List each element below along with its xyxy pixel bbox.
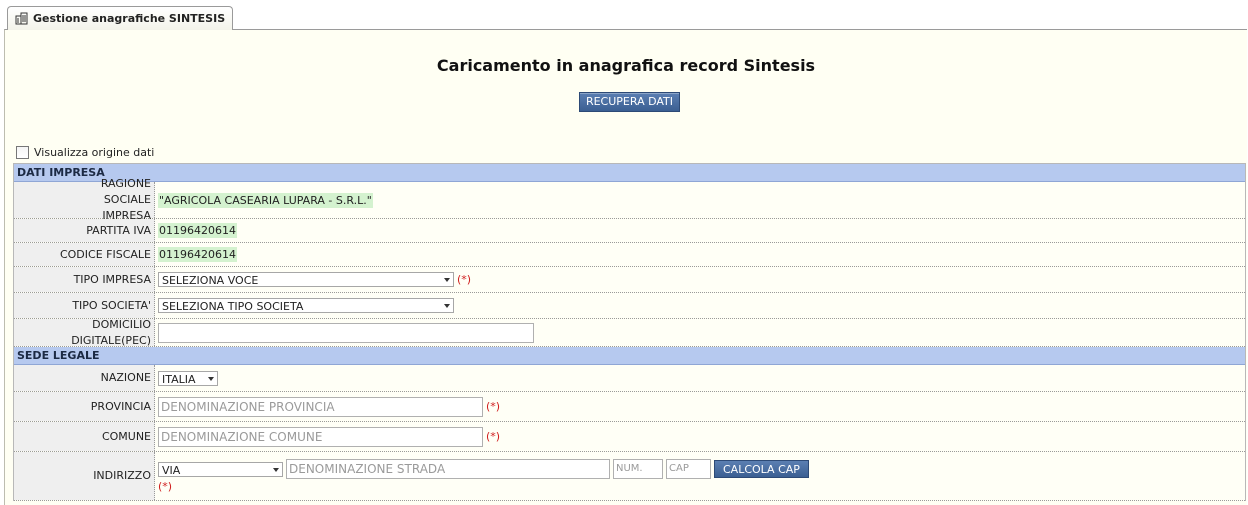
provincia-input[interactable]: DENOMINAZIONE PROVINCIA — [158, 396, 483, 417]
pec-label: DOMICILIO DIGITALE(PEC) — [14, 318, 155, 347]
row-ragione-sociale: RAGIONE SOCIALE IMPRESA "AGRICOLA CASEAR… — [14, 177, 1245, 222]
partita-iva-value: 01196420614 — [158, 223, 237, 238]
tipo-societa-select[interactable]: SELEZIONA TIPO SOCIETA — [158, 298, 454, 313]
origine-dati-toggle[interactable]: Visualizza origine dati — [16, 146, 154, 159]
codice-fiscale-value: 01196420614 — [158, 247, 237, 262]
row-provincia: PROVINCIA DENOMINAZIONE PROVINCIA (*) — [14, 392, 1245, 422]
chevron-down-icon — [273, 467, 279, 472]
tipo-impresa-select[interactable]: SELEZIONA VOCE — [158, 272, 454, 287]
partita-iva-label: PARTITA IVA — [14, 219, 155, 242]
row-indirizzo: INDIRIZZO VIA DENOMINAZIONE STRADA NUM. … — [14, 452, 1245, 501]
pec-input[interactable] — [158, 322, 534, 343]
codice-fiscale-label: CODICE FISCALE — [14, 243, 155, 266]
chevron-down-icon — [444, 304, 450, 308]
nazione-select[interactable]: ITALIA — [158, 370, 218, 386]
tab-strip: Gestione anagrafiche SINTESIS — [0, 0, 1248, 30]
section-sede-legale: SEDE LEGALE — [14, 347, 1245, 365]
cap-input[interactable]: CAP — [666, 459, 711, 479]
section-dati-impresa: DATI IMPRESA — [14, 164, 1245, 182]
building-icon — [15, 12, 28, 25]
calcola-cap-button[interactable]: CALCOLA CAP — [714, 460, 809, 478]
required-marker: (*) — [158, 480, 173, 493]
tipo-societa-label: TIPO SOCIETA' — [14, 293, 155, 318]
required-marker: (*) — [486, 430, 501, 443]
row-tipo-societa: TIPO SOCIETA' SELEZIONA TIPO SOCIETA — [14, 293, 1245, 319]
recupera-dati-button[interactable]: RECUPERA DATI — [579, 92, 680, 112]
chevron-down-icon — [208, 376, 214, 381]
row-codice-fiscale: CODICE FISCALE 01196420614 — [14, 243, 1245, 267]
main-panel: Caricamento in anagrafica record Sintesi… — [4, 29, 1247, 505]
page-title: Caricamento in anagrafica record Sintesi… — [436, 56, 816, 75]
row-nazione: NAZIONE ITALIA — [14, 365, 1245, 392]
ragione-sociale-label: RAGIONE SOCIALE IMPRESA — [14, 177, 155, 222]
row-comune: COMUNE DENOMINAZIONE COMUNE (*) — [14, 422, 1245, 452]
strada-input[interactable]: DENOMINAZIONE STRADA — [286, 459, 610, 479]
numero-civico-input[interactable]: NUM. — [613, 459, 663, 479]
required-marker: (*) — [486, 400, 501, 413]
tipo-impresa-label: TIPO IMPRESA — [14, 267, 155, 292]
row-tipo-impresa: TIPO IMPRESA SELEZIONA VOCE (*) — [14, 267, 1245, 293]
ragione-sociale-value: "AGRICOLA CASEARIA LUPARA - S.R.L." — [158, 192, 373, 208]
provincia-label: PROVINCIA — [14, 392, 155, 421]
comune-input[interactable]: DENOMINAZIONE COMUNE — [158, 426, 483, 447]
comune-label: COMUNE — [14, 422, 155, 451]
nazione-label: NAZIONE — [14, 365, 155, 391]
via-select[interactable]: VIA — [158, 461, 283, 477]
row-pec: DOMICILIO DIGITALE(PEC) — [14, 318, 1245, 347]
required-marker: (*) — [457, 273, 472, 286]
row-partita-iva: PARTITA IVA 01196420614 — [14, 219, 1245, 243]
origine-dati-checkbox[interactable] — [16, 146, 29, 159]
chevron-down-icon — [444, 278, 450, 282]
origine-dati-label: Visualizza origine dati — [34, 146, 155, 159]
tab-label: Gestione anagrafiche SINTESIS — [33, 12, 226, 25]
anagrafica-form: DATI IMPRESA RAGIONE SOCIALE IMPRESA "AG… — [13, 163, 1246, 501]
indirizzo-label: INDIRIZZO — [14, 452, 155, 500]
tab-gestione-anagrafiche[interactable]: Gestione anagrafiche SINTESIS — [7, 6, 234, 30]
